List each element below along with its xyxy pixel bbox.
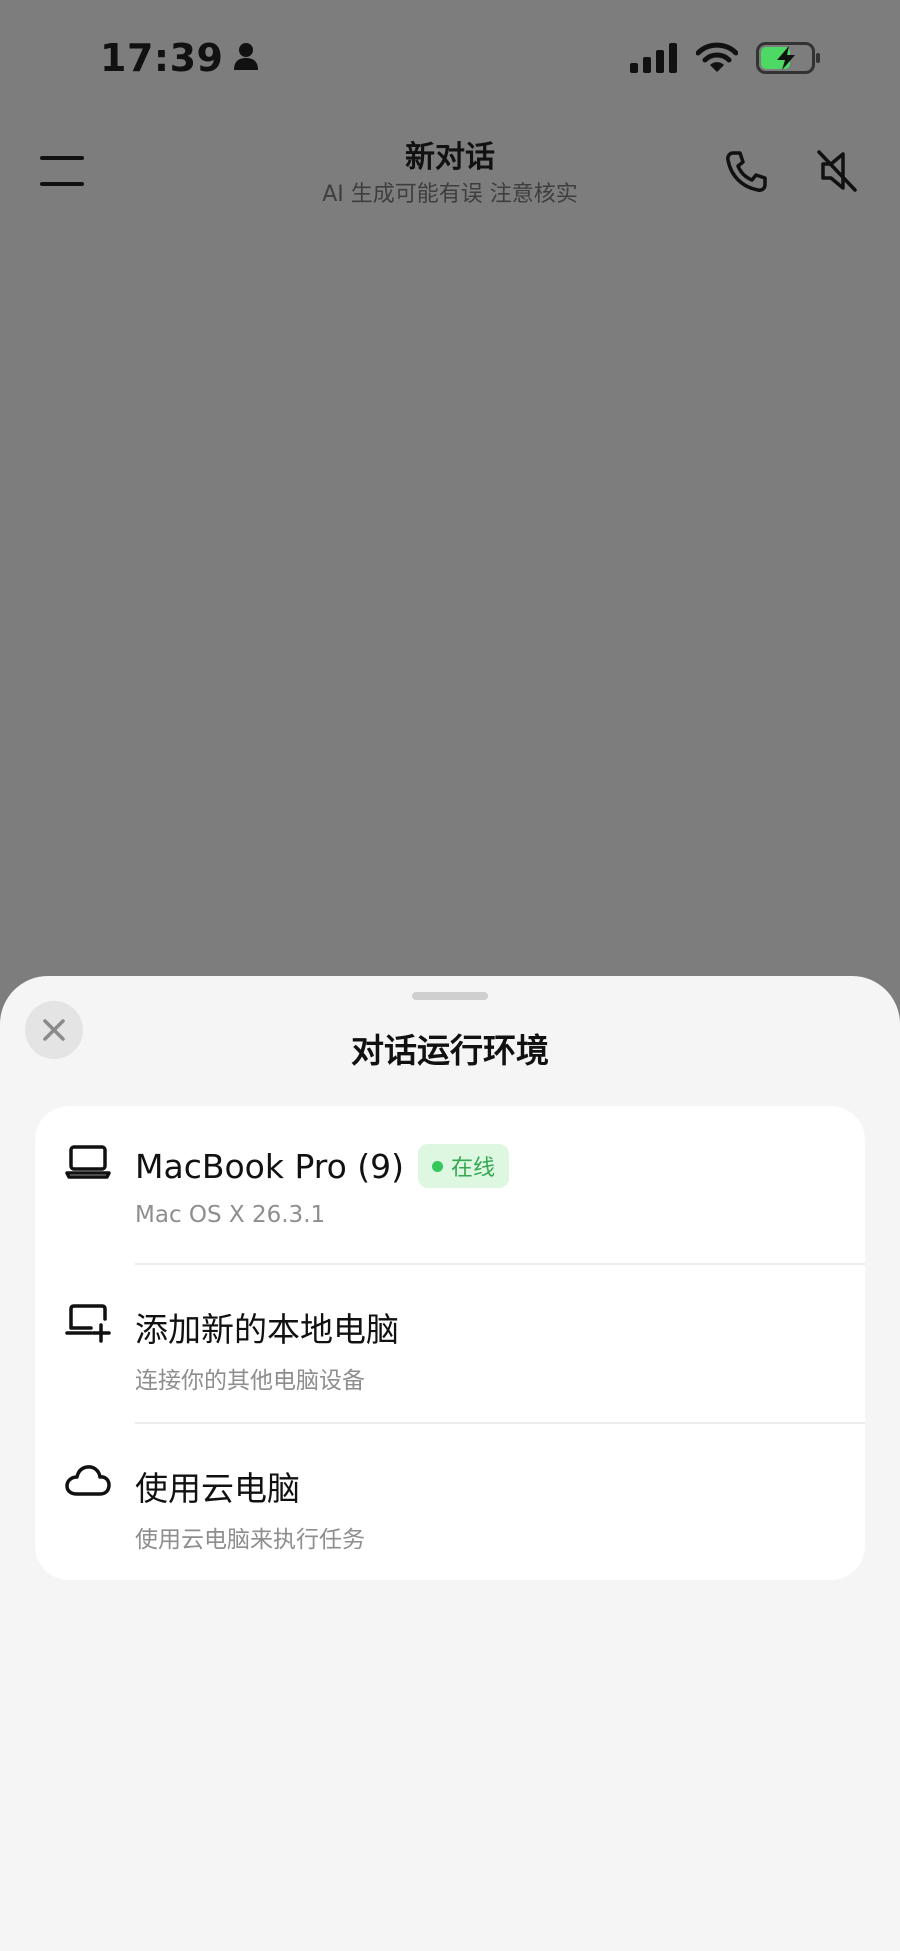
environment-options-card: MacBook Pro (9) 在线 Mac OS X 26.3.1 添加新的本… xyxy=(35,1106,865,1580)
cloud-icon xyxy=(65,1462,111,1504)
add-computer-icon xyxy=(65,1303,111,1345)
cellular-signal-icon xyxy=(630,43,678,77)
option-macbook-pro[interactable]: MacBook Pro (9) 在线 Mac OS X 26.3.1 xyxy=(35,1106,865,1264)
option-subtitle: 连接你的其他电脑设备 xyxy=(135,1368,365,1394)
option-cloud-computer[interactable]: 使用云电脑 使用云电脑来执行任务 xyxy=(35,1424,865,1580)
sheet-title: 对话运行环境 xyxy=(351,1031,549,1070)
status-badge-label: 在线 xyxy=(451,1156,496,1181)
sheet-grabber[interactable] xyxy=(412,992,488,1000)
laptop-icon xyxy=(65,1144,111,1186)
speaker-muted-icon[interactable] xyxy=(813,146,861,196)
online-dot xyxy=(432,1160,444,1172)
status-bar: 17:39 xyxy=(0,0,900,120)
status-badge: 在线 xyxy=(418,1144,510,1188)
option-title: 添加新的本地电脑 xyxy=(135,1310,399,1349)
status-time-wrapper: 17:39 xyxy=(100,36,259,80)
person-icon xyxy=(233,36,259,80)
status-time: 17:39 xyxy=(100,36,224,80)
app-screen: 17:39 新对话 AI 生成可能有误 注意核实 对话运行环境 MacBook … xyxy=(0,0,900,1951)
option-subtitle: Mac OS X 26.3.1 xyxy=(135,1202,326,1228)
runtime-environment-sheet: 对话运行环境 MacBook Pro (9) 在线 Mac OS X 26.3.… xyxy=(0,976,900,1951)
device-name: MacBook Pro (9) xyxy=(135,1146,405,1186)
option-add-local-computer[interactable]: 添加新的本地电脑 连接你的其他电脑设备 xyxy=(35,1265,865,1423)
wifi-icon xyxy=(695,42,739,78)
status-icons xyxy=(630,42,822,78)
option-title: MacBook Pro (9) 在线 xyxy=(135,1144,510,1188)
chat-header: 新对话 AI 生成可能有误 注意核实 xyxy=(0,120,900,230)
phone-icon[interactable] xyxy=(722,148,770,196)
option-subtitle: 使用云电脑来执行任务 xyxy=(135,1527,365,1553)
option-title: 使用云电脑 xyxy=(135,1469,300,1508)
battery-charging-icon xyxy=(756,42,822,78)
